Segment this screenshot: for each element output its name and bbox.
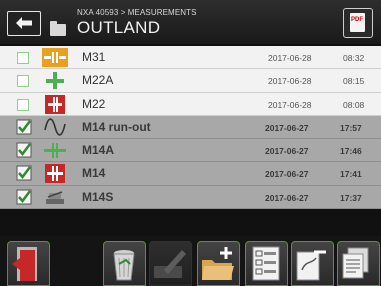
checkmark-icon[interactable] [16, 119, 32, 135]
list-icon [252, 246, 280, 281]
folder-icon [50, 21, 66, 36]
coupling-orange-icon [42, 48, 68, 67]
shaft-red-icon [45, 94, 65, 114]
measurement-row[interactable]: M14 2017-06-27 17:41 [0, 162, 381, 186]
measurement-date: 2017-06-27 [265, 192, 309, 203]
measurement-name: M14A [82, 143, 115, 158]
measurement-time: 17:46 [340, 146, 362, 157]
pdf-export-button[interactable]: PDF [343, 8, 373, 38]
measurement-name: M14S [82, 189, 114, 204]
documents-icon [342, 247, 369, 279]
edit-button[interactable] [149, 241, 192, 286]
page-title: OUTLAND [77, 18, 161, 37]
row-checkbox[interactable] [17, 98, 29, 111]
report-button[interactable] [337, 241, 380, 286]
exit-button[interactable] [7, 241, 50, 286]
list-view-button[interactable] [245, 241, 288, 286]
shaft-green-icon [44, 143, 66, 159]
header-bar: NXA 40593 > MEASUREMENTS OUTLAND PDF [0, 0, 381, 44]
bottom-toolbar [0, 236, 381, 286]
folder-add-icon [202, 247, 234, 280]
exit-door-icon [12, 247, 37, 281]
measurement-date: 2017-06-27 [265, 169, 309, 180]
row-checkbox[interactable] [17, 52, 29, 64]
checkmark-icon[interactable] [16, 142, 32, 158]
measurement-name: M14 run-out [82, 119, 151, 134]
breadcrumb: NXA 40593 > MEASUREMENTS [77, 8, 197, 17]
new-folder-button[interactable] [197, 241, 240, 286]
wave-icon [44, 118, 66, 136]
measurement-name: M22 [82, 96, 106, 111]
measurement-time: 17:37 [340, 192, 362, 203]
measurement-date: 2017-06-28 [268, 99, 312, 110]
measurement-name: M31 [82, 50, 106, 64]
measurement-time: 08:15 [343, 76, 365, 87]
measurement-name: M22A [82, 73, 114, 88]
remove-from-report-button[interactable] [291, 241, 334, 286]
back-arrow-icon [16, 17, 32, 29]
measurement-date: 2017-06-28 [268, 53, 312, 63]
measurement-row[interactable]: M14A 2017-06-27 17:46 [0, 139, 381, 163]
pdf-icon: PDF [350, 13, 365, 32]
measurement-row[interactable]: M31 2017-06-28 08:32 [0, 46, 381, 70]
checkmark-icon[interactable] [16, 165, 32, 181]
measurement-date: 2017-06-27 [265, 146, 309, 157]
measurement-time: 17:41 [340, 169, 362, 180]
checkmark-icon[interactable] [16, 189, 32, 205]
measurement-time: 08:32 [343, 53, 365, 63]
shaft-red-icon [45, 164, 65, 184]
measurement-time: 08:08 [343, 99, 365, 110]
trash-icon [113, 250, 135, 281]
document-minus-icon [296, 250, 326, 281]
measurement-row[interactable]: M14S 2017-06-27 17:37 [0, 185, 381, 210]
back-button[interactable] [7, 11, 41, 36]
measurement-date: 2017-06-28 [268, 76, 312, 87]
edit-icon [154, 250, 186, 278]
row-checkbox[interactable] [17, 75, 29, 88]
machine-icon [46, 191, 64, 204]
measurement-list: M31 2017-06-28 08:32 M22A 2017-06-28 08:… [0, 46, 381, 210]
measurement-time: 17:57 [340, 122, 362, 133]
delete-button[interactable] [103, 241, 146, 286]
pdf-label: PDF [351, 17, 363, 23]
measurement-row[interactable]: M14 run-out 2017-06-27 17:57 [0, 115, 381, 140]
measurement-row[interactable]: M22 2017-06-28 08:08 [0, 92, 381, 116]
measurement-name: M14 [82, 166, 106, 181]
shaft-green-icon [46, 72, 64, 90]
measurement-date: 2017-06-27 [265, 122, 309, 133]
measurement-row[interactable]: M22A 2017-06-28 08:15 [0, 69, 381, 93]
